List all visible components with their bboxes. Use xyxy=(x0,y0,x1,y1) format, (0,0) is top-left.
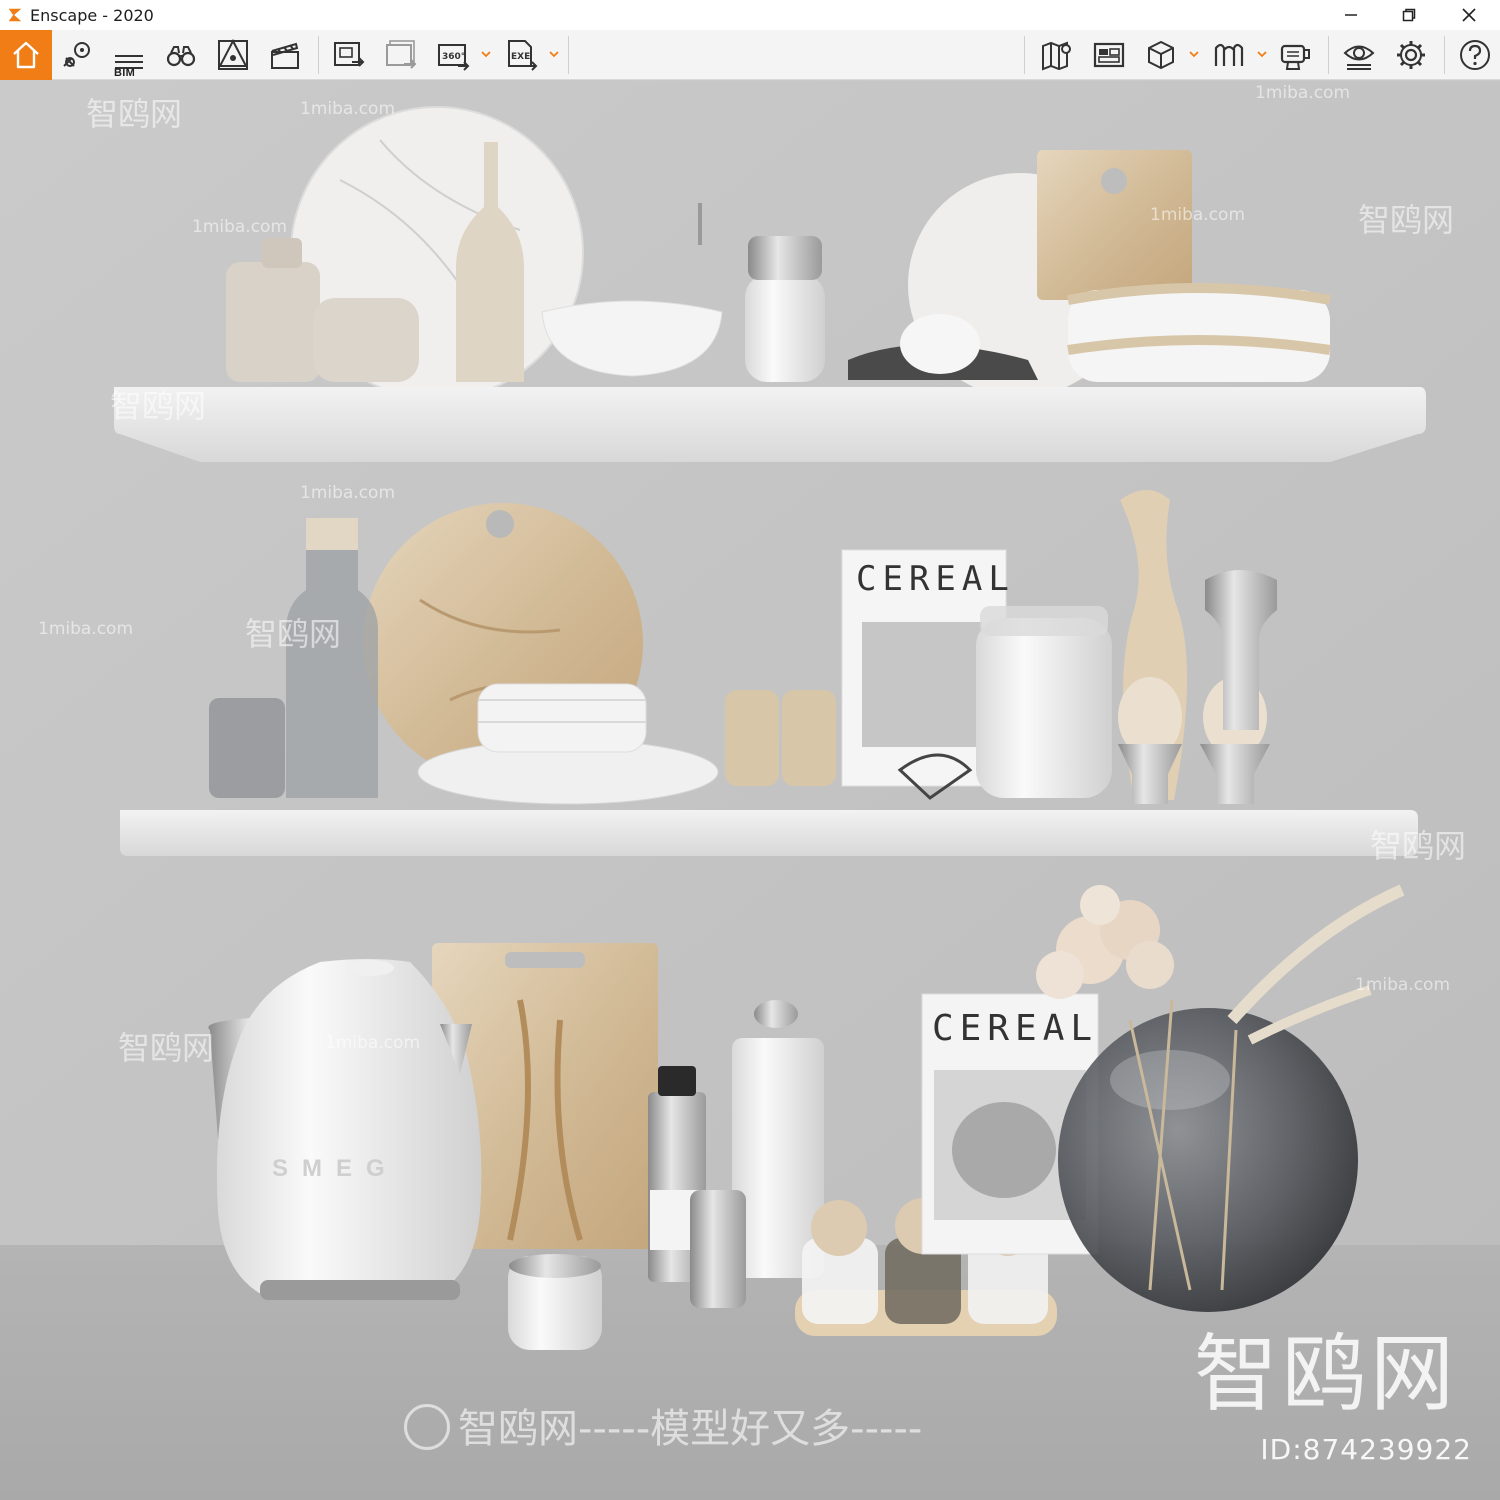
binoculars-icon xyxy=(166,46,196,67)
enscape-toolbar: BIM 360° EXE xyxy=(0,30,1500,107)
help-button[interactable] xyxy=(1456,37,1494,73)
top-shelf xyxy=(114,387,1426,462)
title-bar: Enscape - 2020 xyxy=(0,0,1500,30)
minimize-button[interactable] xyxy=(1322,0,1380,30)
panorama-360-icon: 360° xyxy=(438,44,470,71)
material-editor-button[interactable] xyxy=(1090,37,1128,73)
kettle-logo-text: SMEG xyxy=(272,1155,399,1182)
asset-library-button[interactable] xyxy=(214,37,252,73)
cereal-magazine-title-2: CEREAL xyxy=(932,1008,1098,1049)
bim-label: BIM xyxy=(114,67,136,79)
watermark-brand-text: 智鸥网 xyxy=(245,615,342,653)
watermark-site-text: 1miba.com xyxy=(1355,975,1451,995)
model-id-label: ID:874239922 xyxy=(1260,1433,1472,1466)
toolbar-separator xyxy=(318,36,319,74)
map-pin-icon xyxy=(63,42,90,67)
minimize-icon xyxy=(1345,14,1357,16)
panorama-button[interactable]: 360° xyxy=(434,37,472,73)
view-cube-icon xyxy=(1148,40,1174,70)
home-icon xyxy=(13,41,39,69)
vr-headset-button[interactable] xyxy=(1210,37,1248,73)
home-button[interactable] xyxy=(0,30,52,80)
window-title: Enscape - 2020 xyxy=(30,5,154,25)
ceramic-canister xyxy=(226,262,320,382)
navigation-pin-button[interactable] xyxy=(58,37,96,73)
view-cube-button[interactable] xyxy=(1142,37,1180,73)
toolbar-separator xyxy=(1328,36,1329,74)
render-scene: CEREAL SMEG CEREAL xyxy=(0,81,1500,1500)
watermark-site-text: 1miba.com xyxy=(300,99,396,119)
spice-jar-1 xyxy=(725,690,779,786)
visual-settings-icon xyxy=(1343,45,1375,70)
toolbar-separator xyxy=(568,36,569,74)
slogan-text: 智鸥网-----模型好又多----- xyxy=(458,1406,923,1452)
watermark-site-text: 1miba.com xyxy=(1150,205,1246,225)
egg xyxy=(900,314,980,374)
salt-shaker xyxy=(690,1190,746,1308)
salt-grinder xyxy=(745,275,825,382)
map-icon xyxy=(1042,41,1071,71)
glass-tumbler xyxy=(209,698,285,798)
watermark-site-text: 1miba.com xyxy=(192,217,288,237)
watermark-brand-text: 智鸥网 xyxy=(1370,827,1467,865)
watermark-brand-text: 智鸥网 xyxy=(118,1029,215,1067)
exe-dropdown-icon[interactable] xyxy=(548,48,560,60)
watermark-brand-text: 智鸥网 xyxy=(110,387,207,425)
watermark-brand-text: 智鸥网 xyxy=(86,95,183,133)
close-icon xyxy=(1462,8,1476,22)
vr-headset-icon xyxy=(1214,43,1244,66)
screenshot-export-icon xyxy=(334,42,365,67)
panorama-dropdown-icon[interactable] xyxy=(480,48,492,60)
glass-vase xyxy=(1058,1008,1358,1312)
toolbar-separator xyxy=(1024,36,1025,74)
glass-storage-jar xyxy=(976,618,1112,798)
bird-logo-icon xyxy=(404,1404,450,1450)
exe-export-button[interactable]: EXE xyxy=(502,37,540,73)
walk-mode-button[interactable] xyxy=(162,37,200,73)
exe-export-icon: EXE xyxy=(508,40,538,71)
svg-text:360°: 360° xyxy=(442,52,465,62)
watermark-site-text: 1miba.com xyxy=(325,1033,421,1053)
settings-button[interactable] xyxy=(1392,37,1430,73)
watermark-site-text: 1miba.com xyxy=(38,619,134,639)
material-editor-icon xyxy=(1093,42,1125,68)
bowl-stack xyxy=(477,683,647,753)
toolbar-separator xyxy=(1444,36,1445,74)
screenshot-button[interactable] xyxy=(330,37,368,73)
watermark-site-text: 1miba.com xyxy=(1255,83,1351,103)
svg-text:EXE: EXE xyxy=(511,52,530,62)
watermark-site-text: 1miba.com xyxy=(300,483,396,503)
enscape-logo-icon xyxy=(8,8,22,22)
brand-logo-watermark: 智鸥网 xyxy=(1193,1325,1458,1423)
map-button[interactable] xyxy=(1038,37,1076,73)
visual-settings-button[interactable] xyxy=(1340,37,1378,73)
asset-library-icon xyxy=(218,38,248,70)
batch-render-button[interactable] xyxy=(382,37,420,73)
cereal-magazine-title-1: CEREAL xyxy=(856,559,1015,599)
video-editor-button[interactable] xyxy=(266,37,304,73)
ceramic-cup xyxy=(313,298,419,382)
batch-export-icon xyxy=(386,40,417,69)
smeg-kettle xyxy=(216,959,482,1300)
slogan-watermark: 智鸥网-----模型好又多----- xyxy=(404,1396,922,1454)
close-button[interactable] xyxy=(1440,0,1498,30)
restore-icon xyxy=(1402,8,1416,22)
watermark-brand-text: 智鸥网 xyxy=(1358,201,1455,239)
help-icon xyxy=(1460,40,1490,70)
middle-shelf xyxy=(120,810,1418,856)
restore-button[interactable] xyxy=(1380,0,1438,30)
vr-dropdown-icon[interactable] xyxy=(1256,48,1268,60)
spice-jar-2 xyxy=(782,690,836,786)
export-settings-icon xyxy=(1280,44,1310,70)
view-cube-dropdown-icon[interactable] xyxy=(1188,48,1200,60)
settings-gear-icon xyxy=(1397,41,1425,69)
export-settings-button[interactable] xyxy=(1276,37,1314,73)
clapperboard-icon xyxy=(271,42,299,69)
render-viewport[interactable]: CEREAL SMEG CEREAL 1miba.com 1miba.com 1… xyxy=(0,81,1500,1500)
